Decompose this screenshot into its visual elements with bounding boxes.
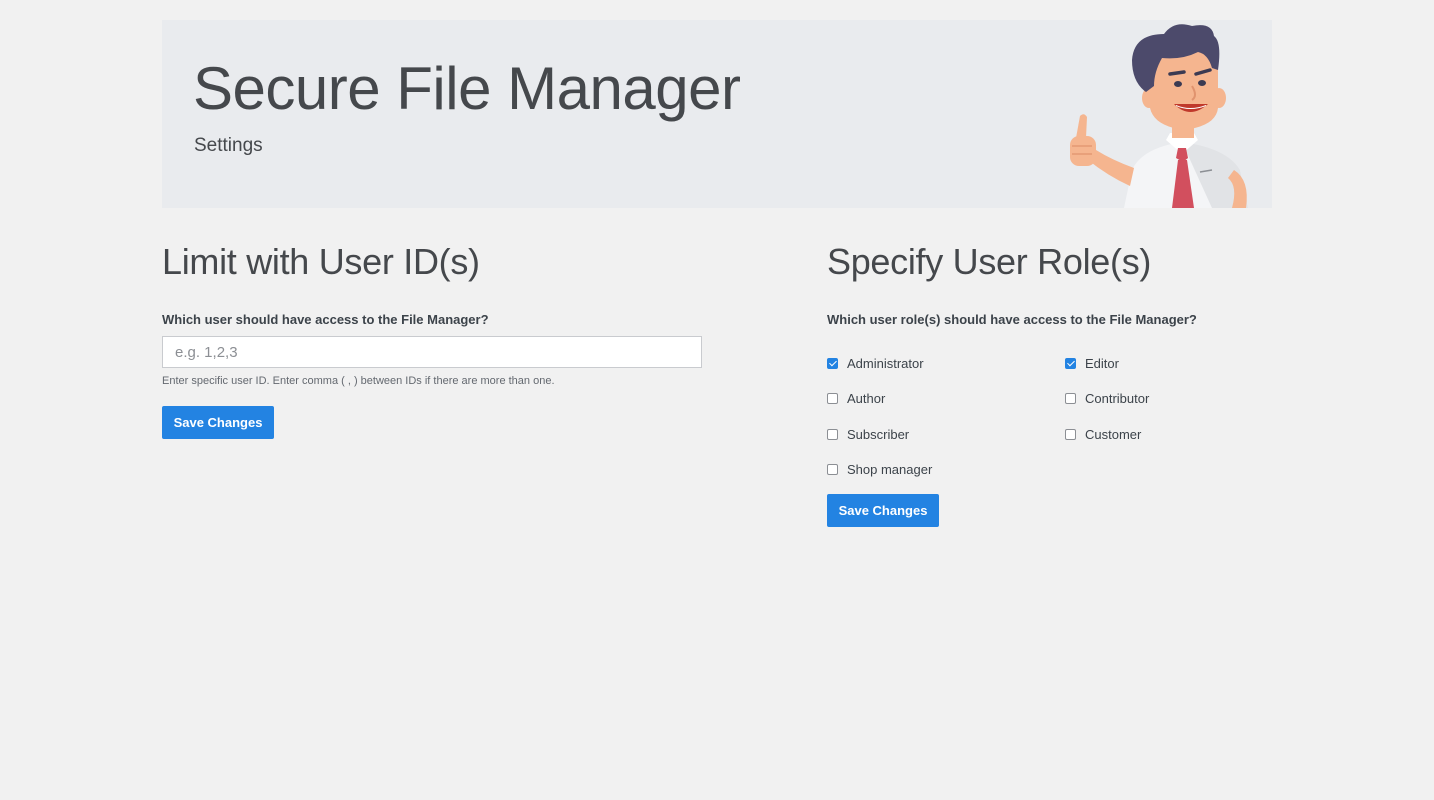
- role-editor[interactable]: Editor: [1065, 356, 1119, 371]
- role-label-administrator: Administrator: [847, 356, 924, 371]
- checkbox-customer[interactable]: [1065, 429, 1076, 440]
- user-roles-heading: Specify User Role(s): [827, 241, 1152, 282]
- role-administrator[interactable]: Administrator: [827, 356, 924, 371]
- role-label-shop-manager: Shop manager: [847, 462, 933, 477]
- checkbox-contributor[interactable]: [1065, 393, 1076, 404]
- role-label-subscriber: Subscriber: [847, 427, 910, 442]
- role-author[interactable]: Author: [827, 391, 885, 406]
- role-label-contributor: Contributor: [1085, 391, 1150, 406]
- save-user-roles-button[interactable]: Save Changes: [827, 494, 939, 527]
- checkbox-subscriber[interactable]: [827, 429, 838, 440]
- role-shop-manager[interactable]: Shop manager: [827, 462, 932, 477]
- checkbox-editor[interactable]: [1065, 358, 1076, 369]
- page-title: Secure File Manager: [193, 55, 741, 122]
- role-label-editor: Editor: [1085, 356, 1119, 371]
- role-label-customer: Customer: [1085, 427, 1142, 442]
- role-label-author: Author: [847, 391, 886, 406]
- user-ids-input[interactable]: [162, 336, 702, 368]
- limit-user-ids-section: Limit with User ID(s) Which user should …: [162, 240, 722, 439]
- mascot-thumbs-up-illustration: [1070, 24, 1248, 208]
- role-contributor[interactable]: Contributor: [1065, 391, 1149, 406]
- user-roles-question: Which user role(s) should have access to…: [827, 312, 1197, 327]
- settings-page: Secure File Manager Settings Limit with …: [0, 0, 1434, 800]
- user-roles-section: Specify User Role(s) Which user role(s) …: [827, 240, 1272, 527]
- user-ids-heading: Limit with User ID(s): [162, 241, 480, 282]
- checkbox-shop-manager[interactable]: [827, 464, 838, 475]
- role-customer[interactable]: Customer: [1065, 427, 1141, 442]
- user-ids-help-text: Enter specific user ID. Enter comma ( , …: [162, 375, 555, 387]
- save-user-ids-button[interactable]: Save Changes: [162, 406, 274, 439]
- user-ids-question: Which user should have access to the Fil…: [162, 312, 489, 327]
- checkbox-administrator[interactable]: [827, 358, 838, 369]
- checkbox-author[interactable]: [827, 393, 838, 404]
- header-banner: Secure File Manager Settings: [162, 20, 1272, 208]
- role-subscriber[interactable]: Subscriber: [827, 427, 909, 442]
- page-subtitle: Settings: [194, 135, 263, 156]
